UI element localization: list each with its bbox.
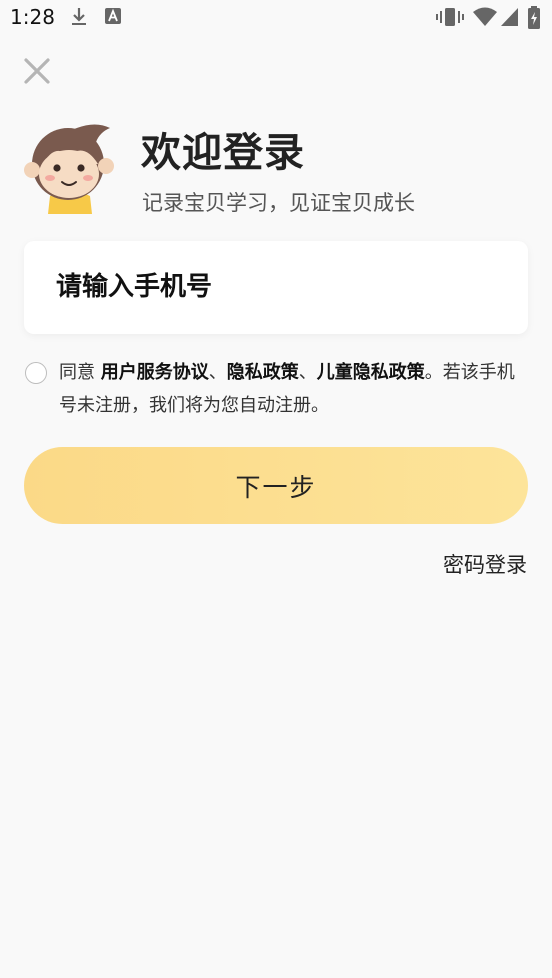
phone-input-card [24,241,528,334]
login-screen: 1:28 欢迎登录 记录宝贝学习，见证宝贝成长 请输入手机号 同意 用户服务协议… [0,0,552,978]
close-button[interactable] [20,54,54,88]
agreement-prefix: 同意 [59,362,101,383]
signal-icon [501,8,518,26]
battery-icon [528,6,540,29]
status-time: 1:28 [10,5,55,29]
next-step-button[interactable]: 下一步 [24,447,528,524]
font-icon [105,8,121,24]
vibrate-icon [436,8,464,26]
child-privacy-link[interactable]: 儿童隐私政策 [317,362,425,383]
phone-input[interactable] [56,265,496,309]
password-login-link[interactable]: 密码登录 [443,549,527,579]
agreement-text: 同意 用户服务协议、隐私政策、儿童隐私政策。若该手机号未注册，我们将为您自动注册… [59,356,519,422]
privacy-policy-link[interactable]: 隐私政策 [227,362,299,383]
welcome-subtitle: 记录宝贝学习，见证宝贝成长 [142,191,415,215]
wifi-icon [473,7,497,26]
agreement-separator: 、 [208,362,227,383]
welcome-title: 欢迎登录 [141,130,305,176]
close-icon [24,58,50,84]
monkey-mascot-logo [24,124,114,214]
user-agreement-link[interactable]: 用户服务协议 [101,362,209,383]
agreement-checkbox[interactable] [25,362,47,384]
agreement-separator: 、 [298,362,317,383]
status-bar: 1:28 [0,0,552,36]
download-icon [72,8,86,25]
